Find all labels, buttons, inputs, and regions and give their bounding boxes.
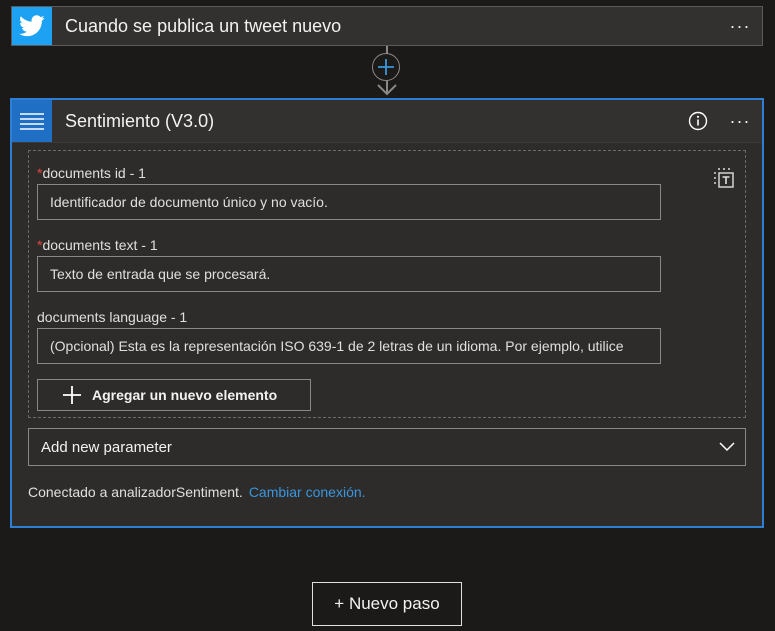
add-new-parameter-dropdown[interactable]: Add new parameter <box>28 428 746 466</box>
connection-info: Conectado a analizadorSentiment. Cambiar … <box>28 484 366 500</box>
connection-text: Conectado a analizadorSentiment. <box>28 484 243 500</box>
plus-icon <box>63 386 81 404</box>
insert-step-button[interactable] <box>372 53 400 81</box>
documents-text-label: *documents text - 1 <box>37 237 158 253</box>
documents-text-input[interactable]: Texto de entrada que se procesará. <box>37 256 661 292</box>
add-new-item-label: Agregar un nuevo elemento <box>92 387 278 403</box>
action-more-options-button[interactable]: ··· <box>718 112 762 130</box>
trigger-more-options-button[interactable]: ··· <box>718 17 762 35</box>
plus-icon <box>378 59 394 75</box>
action-title: Sentimiento (V3.0) <box>65 110 215 131</box>
trigger-card[interactable]: Cuando se publica un tweet nuevo ··· <box>11 6 763 46</box>
info-icon[interactable] <box>688 111 708 131</box>
trigger-title: Cuando se publica un tweet nuevo <box>65 15 342 36</box>
list-lines-icon <box>12 100 52 142</box>
documents-array-item: *documents id - 1 Identificador de docum… <box>28 150 746 418</box>
documents-id-input[interactable]: Identificador de documento único y no va… <box>37 184 661 220</box>
action-header[interactable]: Sentimiento (V3.0) ··· <box>12 100 762 143</box>
add-new-item-button[interactable]: Agregar un nuevo elemento <box>37 379 311 411</box>
arrow-down-icon <box>377 84 397 96</box>
action-card-sentiment: Sentimiento (V3.0) ··· *documents id - 1… <box>10 98 764 528</box>
switch-to-text-mode-icon[interactable] <box>713 167 735 194</box>
documents-language-label: documents language - 1 <box>37 309 188 325</box>
add-new-parameter-label: Add new parameter <box>41 438 172 456</box>
documents-id-label: *documents id - 1 <box>37 165 146 181</box>
change-connection-link[interactable]: Cambiar conexión. <box>249 484 366 500</box>
twitter-bird-icon <box>12 7 52 45</box>
chevron-down-icon <box>719 442 735 452</box>
documents-language-input[interactable]: (Opcional) Esta es la representación ISO… <box>37 328 661 364</box>
new-step-button[interactable]: + Nuevo paso <box>312 582 462 626</box>
